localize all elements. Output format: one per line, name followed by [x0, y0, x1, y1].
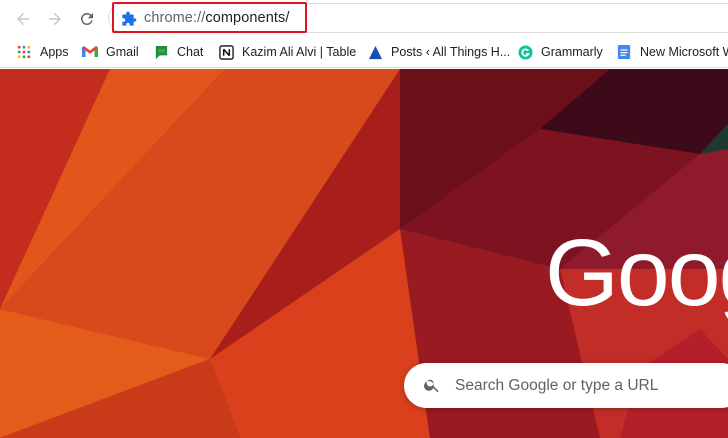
notion-icon — [218, 44, 234, 60]
bookmarks-bar: Apps Gmail Chat Kazim Ali Alvi | Table P… — [0, 36, 728, 68]
url-highlight-box — [112, 2, 307, 33]
browser-toolbar: chrome://components/ — [0, 0, 728, 36]
document-icon — [616, 44, 632, 60]
bookmark-chat[interactable]: Chat — [153, 42, 203, 62]
search-placeholder[interactable]: Search Google or type a URL — [455, 377, 658, 395]
gmail-icon — [82, 44, 98, 60]
new-tab-page: Goog Search Google or type a URL — [0, 69, 728, 438]
forward-button[interactable] — [42, 6, 68, 32]
google-logo: Goog — [545, 220, 728, 326]
arrow-left-icon — [17, 13, 29, 25]
apps-grid-icon — [16, 44, 32, 60]
bookmark-label: Chat — [177, 45, 204, 59]
bookmark-notion[interactable]: Kazim Ali Alvi | Table — [218, 42, 356, 62]
back-button[interactable] — [10, 6, 36, 32]
search-icon — [424, 379, 439, 393]
search-box[interactable]: Search Google or type a URL — [404, 363, 728, 408]
bookmark-label: New Microsoft W — [640, 45, 728, 59]
bookmark-label: Gmail — [106, 45, 139, 59]
arrow-right-icon — [49, 13, 61, 25]
triangle-icon — [367, 44, 383, 60]
bookmark-gmail[interactable]: Gmail — [82, 42, 139, 62]
bookmark-apps[interactable]: Apps — [16, 42, 69, 62]
bookmark-label: Posts ‹ All Things H... — [391, 45, 511, 59]
bookmark-label: Kazim Ali Alvi | Table — [242, 45, 357, 59]
bookmark-grammarly[interactable]: Grammarly — [517, 42, 603, 62]
chat-icon — [153, 44, 169, 60]
grammarly-icon — [517, 44, 533, 60]
reload-button[interactable] — [74, 6, 100, 32]
bookmark-posts[interactable]: Posts ‹ All Things H... — [367, 42, 510, 62]
bookmark-word[interactable]: New Microsoft W — [616, 42, 728, 62]
bookmark-label: Apps — [40, 45, 69, 59]
reload-icon — [80, 12, 93, 25]
bookmark-label: Grammarly — [541, 45, 603, 59]
